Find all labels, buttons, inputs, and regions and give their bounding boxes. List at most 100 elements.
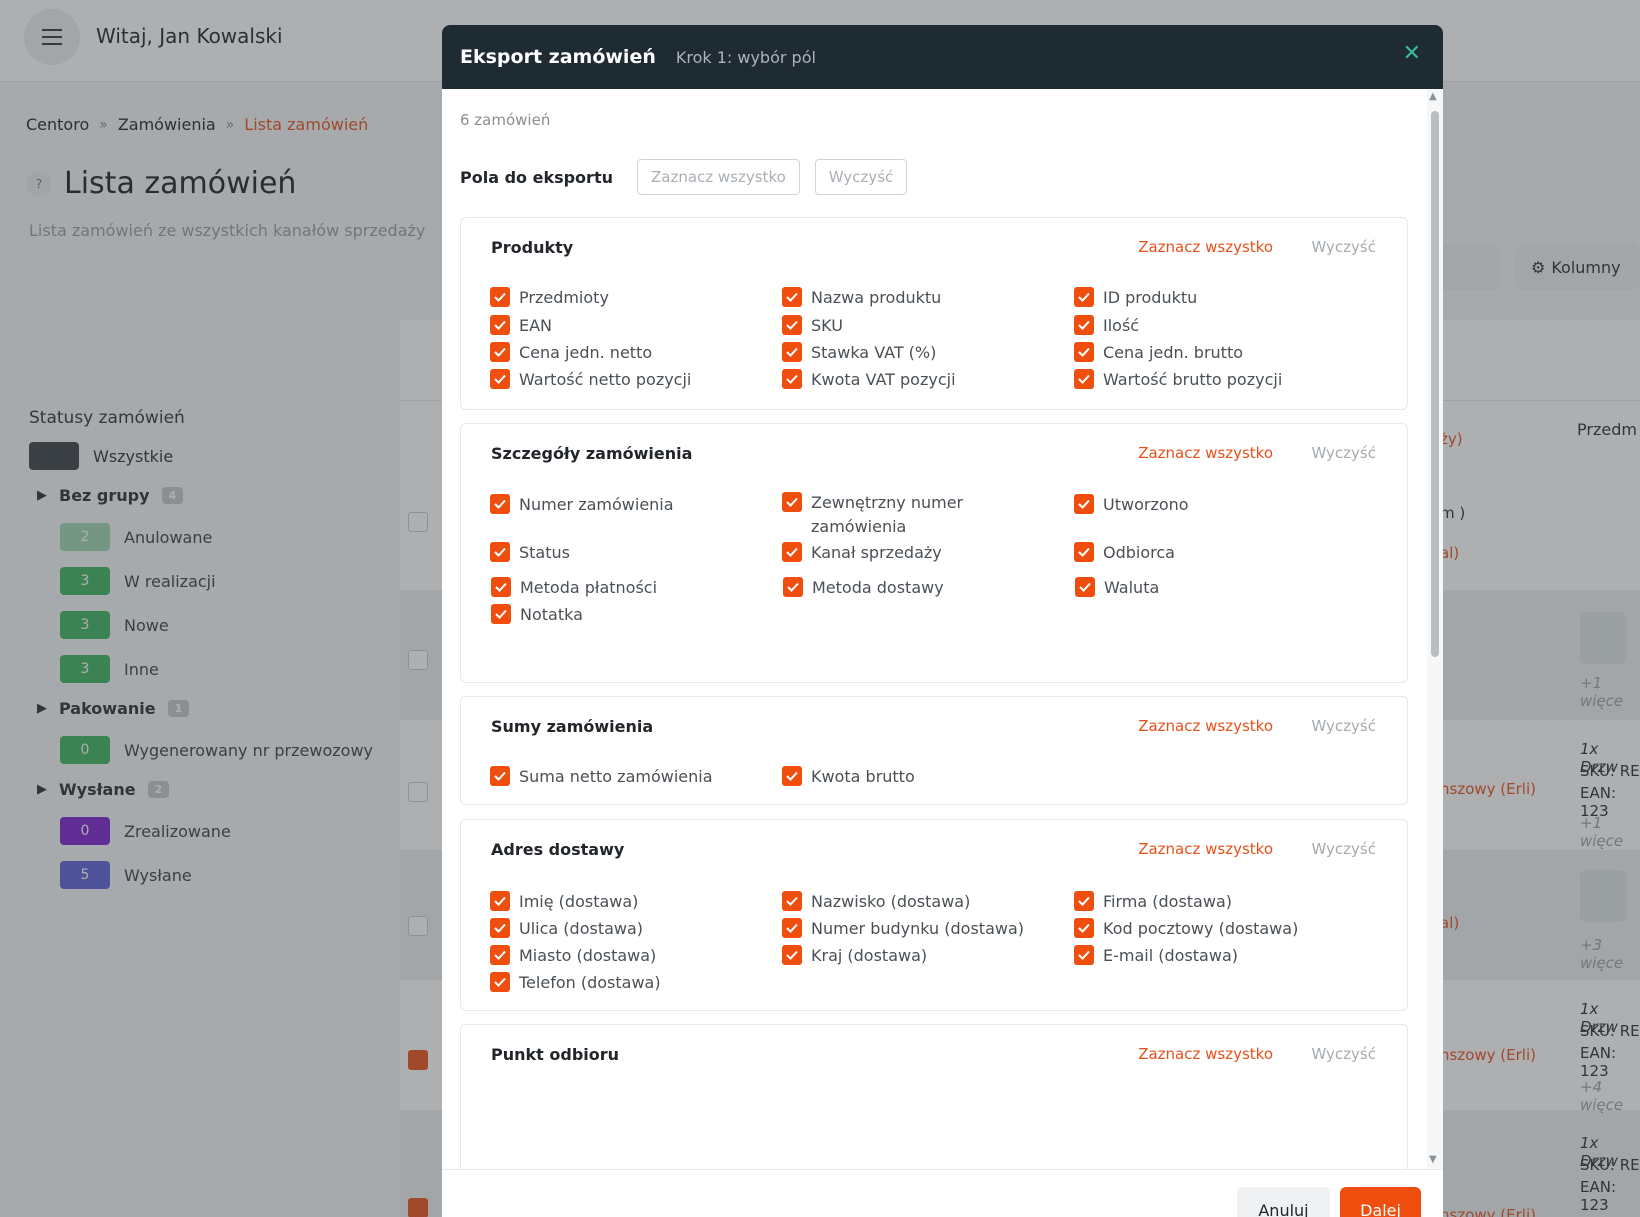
field-label: Notatka [520,605,583,624]
section-title: Adres dostawy [491,840,625,859]
section-clear-link[interactable]: Wyczyść [1311,840,1376,858]
field-label: Metoda płatności [520,578,658,597]
field-checkbox[interactable]: Kwota brutto [782,765,915,789]
field-checkbox[interactable]: Waluta [1075,576,1159,600]
modal-footer: Anuluj Dalej [442,1169,1443,1217]
field-label: Imię (dostawa) [519,892,639,911]
field-label: Przedmioty [519,288,609,307]
checkbox-checked-icon [490,918,510,938]
field-label: Stawka VAT (%) [811,343,937,362]
clear-button[interactable]: Wyczyść [814,159,908,195]
field-checkbox[interactable]: Telefon (dostawa) [490,971,661,995]
modal-step: Krok 1: wybór pól [675,47,816,67]
field-checkbox[interactable]: Cena jedn. netto [490,341,652,365]
modal-header: Eksport zamówień Krok 1: wybór pól ✕ [442,25,1443,89]
checkbox-checked-icon [490,542,510,562]
field-checkbox[interactable]: ID produktu [1074,286,1197,310]
field-checkbox[interactable]: Kwota VAT pozycji [782,368,956,392]
field-label: Ulica (dostawa) [519,919,644,938]
field-label: ID produktu [1103,288,1198,307]
field-checkbox[interactable]: Stawka VAT (%) [782,341,936,365]
field-checkbox[interactable]: Zewnętrzny numer zamówienia [782,491,1042,539]
field-checkbox[interactable]: Wartość brutto pozycji [1074,368,1282,392]
cancel-button[interactable]: Anuluj [1237,1187,1330,1217]
field-checkbox[interactable]: Utworzono [1074,493,1189,517]
section-clear-link[interactable]: Wyczyść [1311,717,1376,735]
section-clear-link[interactable]: Wyczyść [1311,1045,1376,1063]
field-checkbox[interactable]: Nazwisko (dostawa) [782,890,970,914]
checkbox-checked-icon [490,766,510,786]
checkbox-checked-icon [1074,945,1094,965]
field-checkbox[interactable]: SKU [782,314,843,338]
section-select-all-link[interactable]: Zaznacz wszystko [1138,444,1273,462]
field-label: Kwota brutto [811,767,915,786]
field-checkbox[interactable]: E-mail (dostawa) [1074,944,1238,968]
checkbox-checked-icon [490,342,510,362]
section-pickup-point: Punkt odbioru Zaznacz wszystko Wyczyść [460,1024,1408,1169]
modal-scrollbar[interactable]: ▲ ▼ [1427,89,1443,1169]
field-checkbox[interactable]: Firma (dostawa) [1074,890,1232,914]
field-label: Telefon (dostawa) [519,973,661,992]
field-checkbox[interactable]: Status [490,541,570,565]
checkbox-checked-icon [490,287,510,307]
modal-body: 6 zamówień Pola do eksportu Zaznacz wszy… [442,89,1443,1169]
field-checkbox[interactable]: Metoda płatności [491,576,657,600]
section-select-all-link[interactable]: Zaznacz wszystko [1138,238,1273,256]
checkbox-checked-icon [1075,577,1095,597]
field-checkbox[interactable]: Suma netto zamówienia [490,765,713,789]
field-label: Miasto (dostawa) [519,946,657,965]
checkbox-checked-icon [782,369,802,389]
select-all-button[interactable]: Zaznacz wszystko [636,159,800,195]
field-checkbox[interactable]: Ulica (dostawa) [490,917,643,941]
field-checkbox[interactable]: Nazwa produktu [782,286,941,310]
checkbox-checked-icon [490,369,510,389]
checkbox-checked-icon [490,315,510,335]
checkbox-checked-icon [1074,891,1094,911]
field-checkbox[interactable]: Imię (dostawa) [490,890,638,914]
scrollbar-thumb[interactable] [1431,111,1439,657]
section-select-all-link[interactable]: Zaznacz wszystko [1138,717,1273,735]
field-checkbox[interactable]: Miasto (dostawa) [490,944,656,968]
field-checkbox[interactable]: Wartość netto pozycji [490,368,691,392]
field-label: E-mail (dostawa) [1103,946,1238,965]
field-checkbox[interactable]: Cena jedn. brutto [1074,341,1243,365]
field-label: Utworzono [1103,495,1189,514]
section-order-totals: Sumy zamówienia Zaznacz wszystko Wyczyść… [460,696,1408,805]
field-checkbox[interactable]: Kraj (dostawa) [782,944,927,968]
checkbox-checked-icon [491,604,511,624]
section-select-all-link[interactable]: Zaznacz wszystko [1138,840,1273,858]
field-label: Kanał sprzedaży [811,543,942,562]
field-checkbox[interactable]: Ilość [1074,314,1139,338]
field-checkbox[interactable]: Kod pocztowy (dostawa) [1074,917,1298,941]
checkbox-checked-icon [782,918,802,938]
field-checkbox[interactable]: Notatka [491,603,583,627]
field-checkbox[interactable]: Numer zamówienia [490,493,674,517]
checkbox-checked-icon [490,972,510,992]
checkbox-checked-icon [1074,342,1094,362]
export-modal: Eksport zamówień Krok 1: wybór pól ✕ 6 z… [442,25,1443,1217]
field-label: Odbiorca [1103,543,1175,562]
field-label: Wartość brutto pozycji [1103,370,1283,389]
section-clear-link[interactable]: Wyczyść [1311,238,1376,256]
scroll-up-arrow-icon[interactable]: ▲ [1429,91,1437,102]
field-checkbox[interactable]: EAN [490,314,552,338]
field-label: Nazwisko (dostawa) [811,892,971,911]
checkbox-checked-icon [1074,287,1094,307]
field-checkbox[interactable]: Kanał sprzedaży [782,541,942,565]
section-title: Produkty [491,238,574,257]
field-label: Status [519,543,570,562]
scroll-down-arrow-icon[interactable]: ▼ [1429,1154,1437,1165]
field-label: Cena jedn. brutto [1103,343,1244,362]
field-checkbox[interactable]: Przedmioty [490,286,609,310]
field-label: Kwota VAT pozycji [811,370,956,389]
field-checkbox[interactable]: Metoda dostawy [783,576,944,600]
field-checkbox[interactable]: Numer budynku (dostawa) [782,917,1024,941]
checkbox-checked-icon [490,891,510,911]
section-clear-link[interactable]: Wyczyść [1311,444,1376,462]
field-checkbox[interactable]: Odbiorca [1074,541,1175,565]
next-button[interactable]: Dalej [1340,1187,1421,1217]
section-select-all-link[interactable]: Zaznacz wszystko [1138,1045,1273,1063]
close-icon[interactable]: ✕ [1403,43,1421,65]
checkbox-checked-icon [782,766,802,786]
checkbox-checked-icon [1074,542,1094,562]
